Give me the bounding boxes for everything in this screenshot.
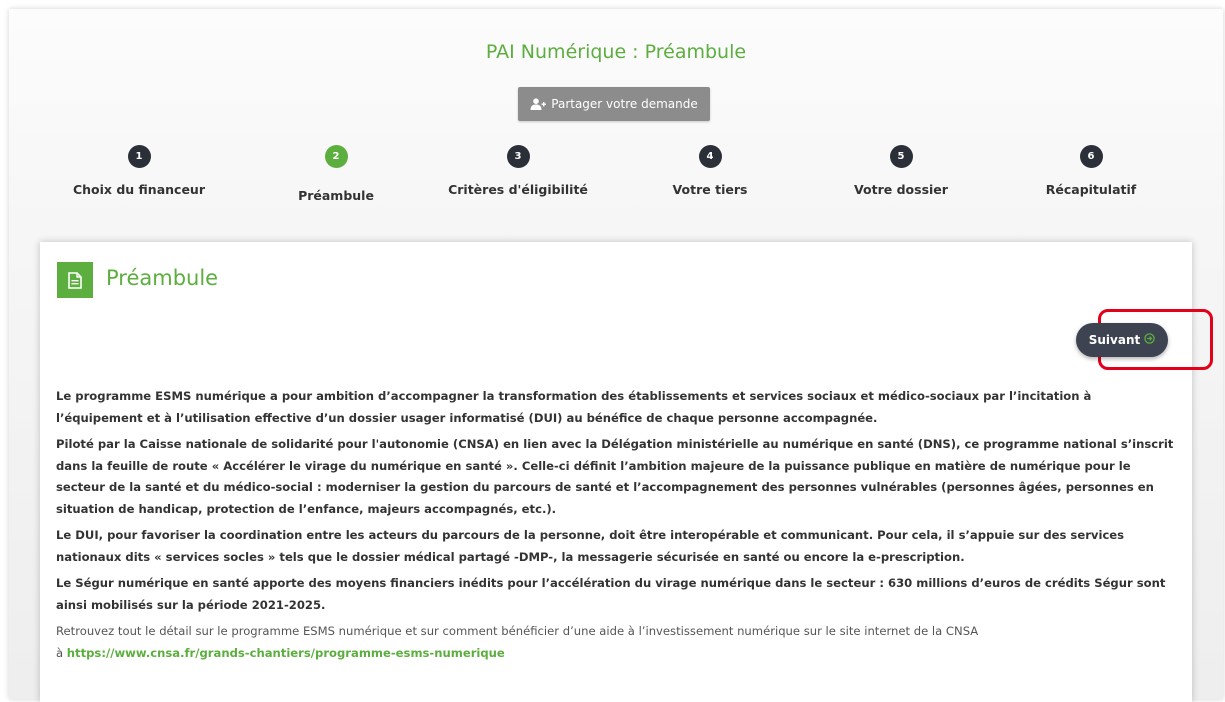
paragraph: Piloté par la Caisse nationale de solida… <box>56 437 1174 516</box>
paragraph: Le DUI, pour favoriser la coordination e… <box>56 528 1125 564</box>
footer-paragraph: Retrouvez tout le détail sur le programm… <box>56 621 1181 664</box>
step-choix-financeur[interactable]: 1 Choix du financeur <box>49 145 229 197</box>
step-number: 1 <box>127 145 151 168</box>
paragraph: Le programme ESMS numérique a pour ambit… <box>56 389 1092 425</box>
footer-prefix: à <box>56 645 64 660</box>
step-preambule[interactable]: 2 Préambule <box>246 145 426 203</box>
share-request-label: Partager votre demande <box>551 97 698 111</box>
step-votre-tiers[interactable]: 4 Votre tiers <box>620 145 800 197</box>
step-label: Préambule <box>298 188 374 203</box>
share-request-button[interactable]: Partager votre demande <box>518 87 710 121</box>
next-button-label: Suivant <box>1088 333 1141 347</box>
step-label: Récapitulatif <box>1045 182 1137 197</box>
step-criteres-eligibilite[interactable]: 3 Critères d'éligibilité <box>428 145 608 197</box>
step-number: 5 <box>889 145 913 168</box>
paragraph: Le Ségur numérique en santé apporte des … <box>56 576 1166 612</box>
step-label: Votre tiers <box>672 182 748 197</box>
step-recapitulatif[interactable]: 6 Récapitulatif <box>1001 145 1181 197</box>
step-number: 4 <box>698 145 722 168</box>
main-frame: PAI Numérique : Préambule Partager votre… <box>9 9 1223 702</box>
step-label: Critères d'éligibilité <box>448 182 588 197</box>
step-label: Choix du financeur <box>72 182 205 197</box>
page-title: PAI Numérique : Préambule <box>485 41 747 63</box>
card-title: Préambule <box>106 266 219 290</box>
stepper: 1 Choix du financeur 2 Préambule 3 Critè… <box>9 145 1223 205</box>
step-votre-dossier[interactable]: 5 Votre dossier <box>811 145 991 197</box>
step-number: 3 <box>506 145 530 168</box>
footer-text: Retrouvez tout le détail sur le programm… <box>56 624 979 638</box>
document-icon <box>57 262 93 298</box>
cnsa-link[interactable]: https://www.cnsa.fr/grands-chantiers/pro… <box>67 646 505 660</box>
next-button[interactable]: Suivant <box>1076 323 1168 357</box>
step-label: Votre dossier <box>854 182 948 197</box>
step-number: 2 <box>324 145 348 168</box>
arrow-circle-right-icon <box>1144 333 1155 347</box>
user-plus-icon <box>530 98 547 110</box>
preambule-text: Le programme ESMS numérique a pour ambit… <box>56 386 1181 669</box>
step-number: 6 <box>1079 145 1103 168</box>
preambule-card: Préambule Suivant Le programme ESMS numé… <box>40 242 1213 702</box>
